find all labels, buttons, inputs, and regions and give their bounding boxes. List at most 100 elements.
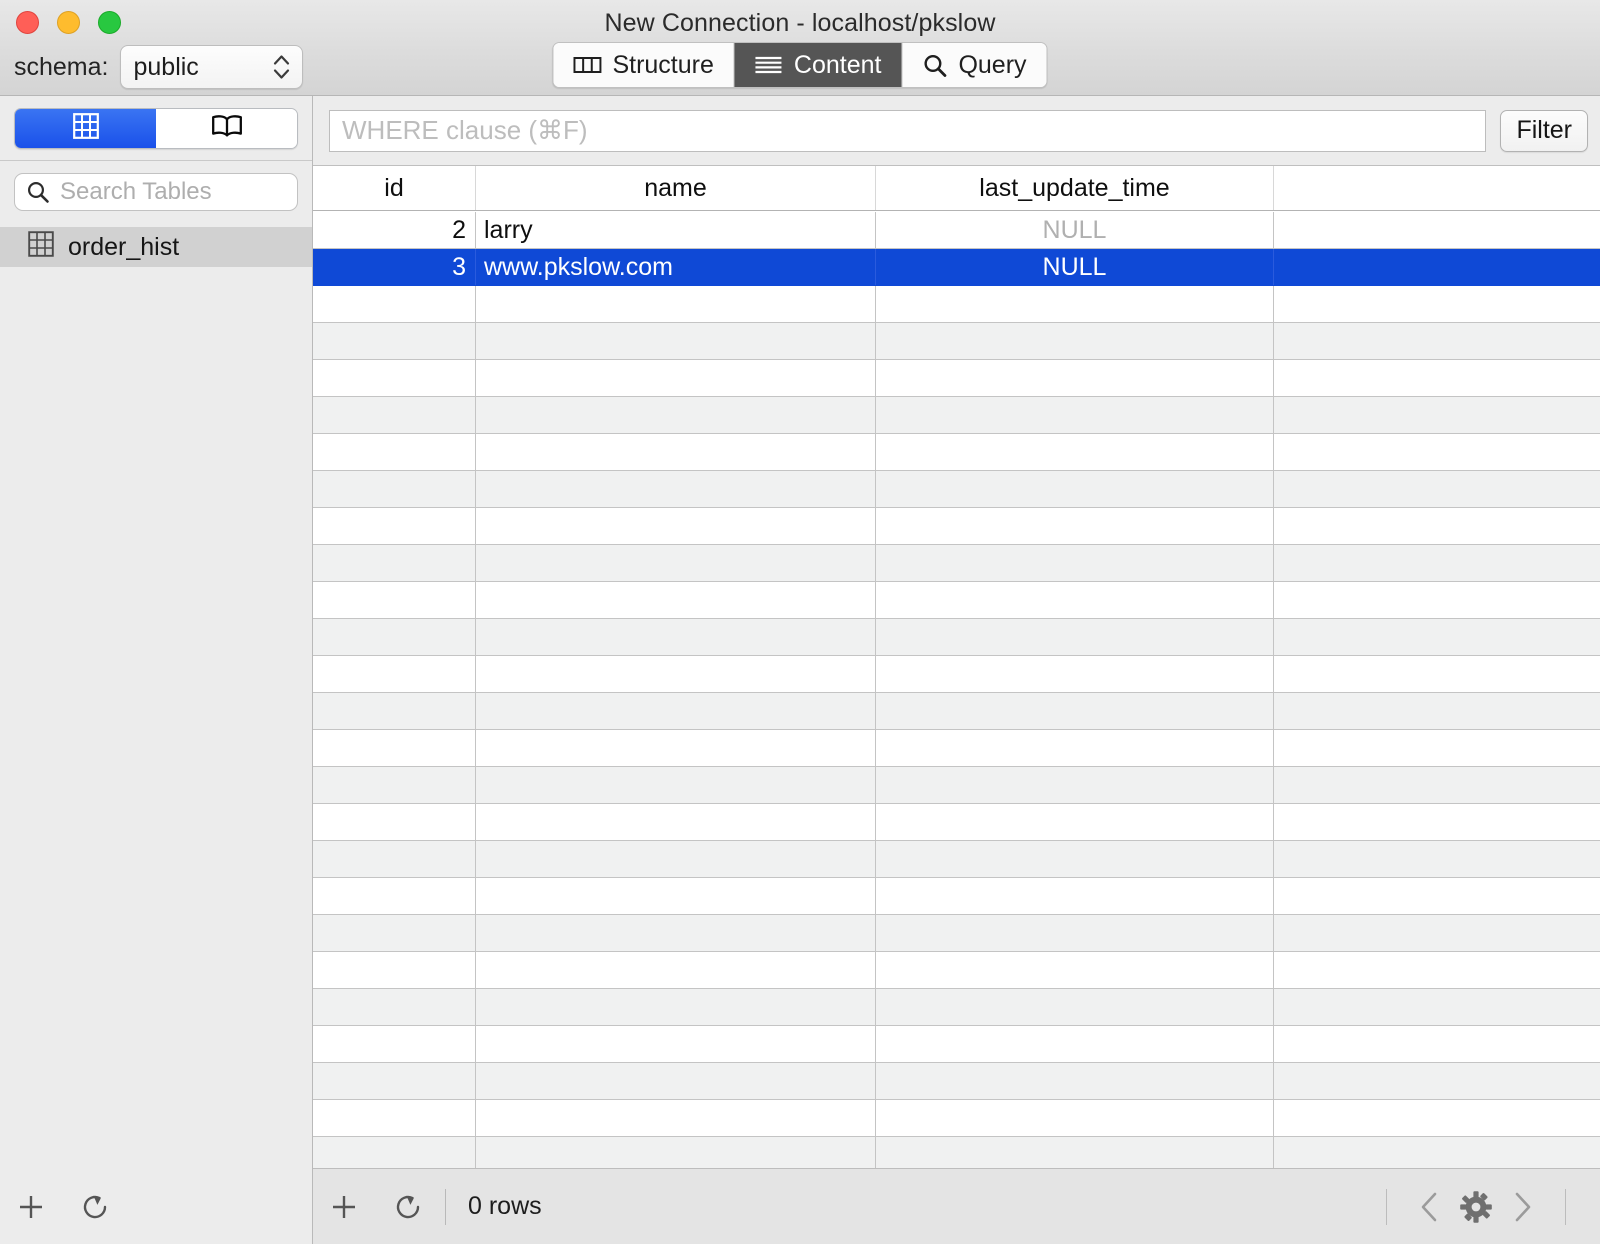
table-cell-empty[interactable] <box>876 1026 1274 1062</box>
table-cell-empty[interactable] <box>476 508 876 544</box>
previous-page-button[interactable] <box>1407 1190 1453 1224</box>
table-cell-empty[interactable] <box>313 915 476 951</box>
table-cell-empty[interactable] <box>476 841 876 877</box>
table-cell-empty[interactable] <box>876 989 1274 1025</box>
table-cell-empty[interactable] <box>1274 545 1600 581</box>
sidebar-item-order_hist[interactable]: order_hist <box>0 227 312 267</box>
table-cell-empty[interactable] <box>313 545 476 581</box>
table-cell-empty[interactable] <box>476 397 876 433</box>
table-cell-empty[interactable] <box>876 471 1274 507</box>
table-cell-empty[interactable] <box>476 989 876 1025</box>
table-cell-empty[interactable] <box>313 360 476 396</box>
table-cell-empty[interactable] <box>313 582 476 618</box>
grid-column-header[interactable] <box>1274 166 1600 210</box>
where-clause-input[interactable] <box>342 115 1473 146</box>
table-row-empty[interactable] <box>313 804 1600 841</box>
table-cell-empty[interactable] <box>876 1137 1274 1168</box>
table-cell-empty[interactable] <box>876 323 1274 359</box>
table-row-empty[interactable] <box>313 1026 1600 1063</box>
table-row-empty[interactable] <box>313 693 1600 730</box>
table-row-empty[interactable] <box>313 1137 1600 1168</box>
table-cell-empty[interactable] <box>1274 878 1600 914</box>
table-cell-empty[interactable] <box>313 730 476 766</box>
table-cell-empty[interactable] <box>1274 989 1600 1025</box>
table-cell-empty[interactable] <box>1274 323 1600 359</box>
table-cell-empty[interactable] <box>1274 656 1600 692</box>
table-cell-empty[interactable] <box>476 582 876 618</box>
table-cell-empty[interactable] <box>1274 582 1600 618</box>
table-row-empty[interactable] <box>313 1063 1600 1100</box>
table-cell-empty[interactable] <box>313 767 476 803</box>
table-row-empty[interactable] <box>313 952 1600 989</box>
grid-column-header[interactable]: name <box>476 166 876 210</box>
table-cell-empty[interactable] <box>313 471 476 507</box>
table-cell-empty[interactable] <box>476 1100 876 1136</box>
table-cell-empty[interactable] <box>876 841 1274 877</box>
table-cell-empty[interactable] <box>876 915 1274 951</box>
tab-content[interactable]: Content <box>735 43 903 87</box>
table-cell-empty[interactable] <box>476 471 876 507</box>
table-cell-empty[interactable] <box>876 397 1274 433</box>
table-cell-empty[interactable] <box>313 619 476 655</box>
table-cell-empty[interactable] <box>476 286 876 322</box>
table-cell-empty[interactable] <box>476 730 876 766</box>
table-cell-empty[interactable] <box>476 619 876 655</box>
table-cell-empty[interactable] <box>876 767 1274 803</box>
add-table-button[interactable] <box>16 1192 46 1222</box>
table-cell-empty[interactable] <box>876 545 1274 581</box>
table-row-empty[interactable] <box>313 767 1600 804</box>
table-cell-empty[interactable] <box>1274 804 1600 840</box>
table-cell-empty[interactable] <box>1274 1100 1600 1136</box>
table-row-empty[interactable] <box>313 619 1600 656</box>
grid-column-header[interactable]: last_update_time <box>876 166 1274 210</box>
table-cell-empty[interactable] <box>1274 767 1600 803</box>
table-row-empty[interactable] <box>313 545 1600 582</box>
table-row-empty[interactable] <box>313 397 1600 434</box>
table-cell-empty[interactable] <box>876 360 1274 396</box>
grid-column-header[interactable]: id <box>313 166 476 210</box>
table-cell-empty[interactable] <box>876 619 1274 655</box>
table-cell-empty[interactable] <box>1274 952 1600 988</box>
table-row-empty[interactable] <box>313 1100 1600 1137</box>
table-cell[interactable] <box>1274 212 1600 248</box>
table-cell-empty[interactable] <box>476 1026 876 1062</box>
table-cell-empty[interactable] <box>476 1063 876 1099</box>
table-cell-empty[interactable] <box>1274 471 1600 507</box>
table-cell-empty[interactable] <box>1274 730 1600 766</box>
table-cell-empty[interactable] <box>1274 1026 1600 1062</box>
table-cell[interactable]: www.pkslow.com <box>476 249 876 285</box>
table-row-empty[interactable] <box>313 582 1600 619</box>
table-row-empty[interactable] <box>313 841 1600 878</box>
table-row-empty[interactable] <box>313 878 1600 915</box>
table-cell-empty[interactable] <box>476 1137 876 1168</box>
table-cell-empty[interactable] <box>876 1063 1274 1099</box>
table-row[interactable]: 3www.pkslow.comNULL <box>313 249 1600 286</box>
table-row-empty[interactable] <box>313 915 1600 952</box>
table-cell-empty[interactable] <box>876 434 1274 470</box>
table-cell[interactable] <box>1274 249 1600 285</box>
table-cell-empty[interactable] <box>313 286 476 322</box>
table-cell-empty[interactable] <box>313 1063 476 1099</box>
table-cell-empty[interactable] <box>876 693 1274 729</box>
table-cell-empty[interactable] <box>1274 619 1600 655</box>
tab-structure[interactable]: Structure <box>553 43 734 87</box>
table-cell-empty[interactable] <box>313 952 476 988</box>
table-cell-empty[interactable] <box>876 286 1274 322</box>
sidebar-toggle-bookmarks[interactable] <box>156 109 297 148</box>
table-row[interactable]: 2larryNULL <box>313 212 1600 249</box>
refresh-rows-button[interactable] <box>393 1192 423 1222</box>
table-cell-empty[interactable] <box>313 434 476 470</box>
table-cell-empty[interactable] <box>1274 1137 1600 1168</box>
table-cell[interactable]: 2 <box>313 212 476 248</box>
table-cell-empty[interactable] <box>313 841 476 877</box>
table-cell-empty[interactable] <box>876 804 1274 840</box>
table-cell-empty[interactable] <box>1274 286 1600 322</box>
table-row-empty[interactable] <box>313 471 1600 508</box>
table-cell-empty[interactable] <box>313 804 476 840</box>
table-cell-empty[interactable] <box>313 323 476 359</box>
table-cell-empty[interactable] <box>876 656 1274 692</box>
table-row-empty[interactable] <box>313 508 1600 545</box>
table-row-empty[interactable] <box>313 434 1600 471</box>
table-cell-empty[interactable] <box>476 804 876 840</box>
table-cell-empty[interactable] <box>476 656 876 692</box>
